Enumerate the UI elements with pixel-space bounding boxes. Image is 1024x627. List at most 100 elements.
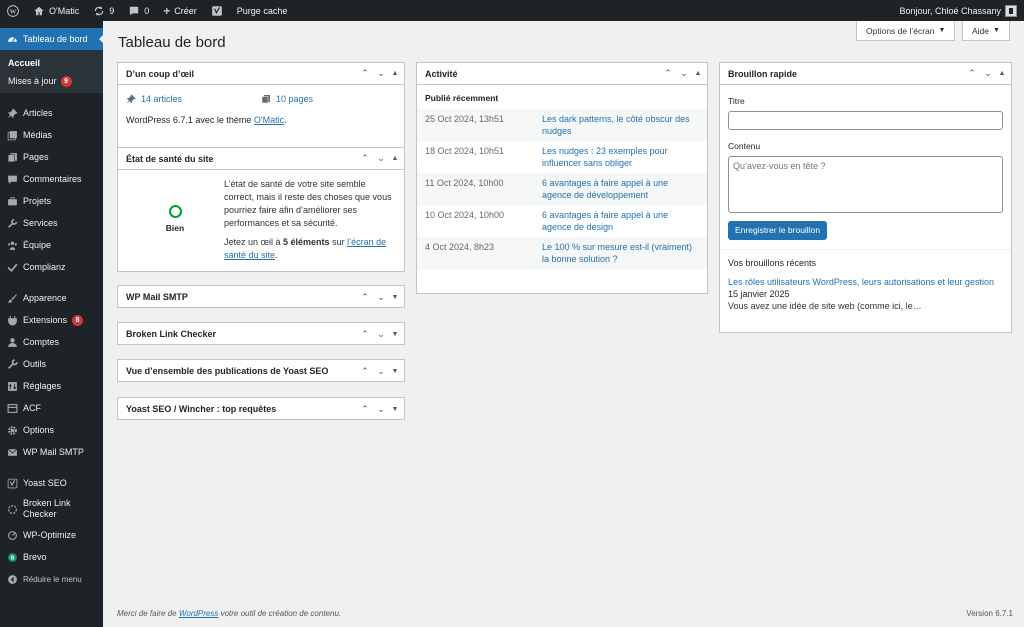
sidebar-item-label: Broken Link Checker: [23, 498, 71, 519]
toggle-panel-icon[interactable]: ▲: [389, 70, 401, 77]
widget-header: État de santé du site ⌃ ⌄ ▲: [118, 148, 404, 170]
home-icon: [34, 6, 44, 15]
activity-date: 10 Oct 2024, 10h00: [425, 210, 505, 220]
draft-content-label: Contenu: [728, 141, 761, 151]
wp-mail-smtp-widget: WP Mail SMTP ⌃ ⌄ ▼: [117, 285, 405, 308]
purge-cache-link[interactable]: Purge cache: [230, 0, 295, 21]
activity-post-link[interactable]: Les dark patterns, le côté obscur des nu…: [542, 112, 699, 137]
activity-row: 25 Oct 2024, 13h51 Les dark patterns, le …: [417, 109, 707, 141]
comments-count: 0: [144, 5, 150, 16]
toggle-panel-icon[interactable]: ▲: [692, 70, 704, 77]
updates-link[interactable]: 9: [86, 0, 121, 21]
draft-title-input[interactable]: [728, 111, 1003, 130]
activity-post-link[interactable]: Le 100 % sur mesure est-il (vraiment) la…: [542, 240, 699, 265]
draft-title-link[interactable]: Les rôles utilisateurs WordPress, leurs …: [728, 277, 994, 287]
activity-post-link[interactable]: Les nudges : 23 exemples pour influencer…: [542, 144, 699, 169]
move-up-icon[interactable]: ⌃: [660, 68, 676, 79]
sidebar-item-projects[interactable]: Projets: [0, 190, 103, 212]
comment-icon: [7, 174, 18, 185]
sidebar-item-label: Réglages: [23, 381, 62, 391]
help-button[interactable]: Aide ▼: [962, 21, 1010, 41]
pages-count-link[interactable]: 10 pages: [261, 94, 396, 104]
move-up-icon[interactable]: ⌃: [357, 292, 373, 303]
sidebar-item-complianz[interactable]: Complianz: [0, 256, 103, 278]
move-down-icon[interactable]: ⌄: [676, 68, 692, 79]
sidebar-item-brevo[interactable]: B Brevo: [0, 546, 103, 568]
sidebar-item-label: Articles: [23, 108, 53, 118]
site-name-link[interactable]: O'Matic: [26, 0, 86, 21]
move-down-icon[interactable]: ⌄: [373, 153, 389, 164]
activity-row: 4 Oct 2024, 8h23 Le 100 % sur mesure est-…: [417, 237, 707, 269]
draft-content-textarea[interactable]: [728, 156, 1003, 213]
sidebar-item-comments[interactable]: Commentaires: [0, 168, 103, 190]
activity-row: 18 Oct 2024, 10h51 Les nudges : 23 exempl…: [417, 141, 707, 173]
activity-row: 11 Oct 2024, 10h00 6 avantages à faire ap…: [417, 173, 707, 205]
move-up-icon[interactable]: ⌃: [964, 68, 980, 79]
sidebar-item-label: WP-Optimize: [23, 530, 77, 540]
sidebar-item-team[interactable]: Équipe: [0, 234, 103, 256]
sidebar-item-wp-mail-smtp[interactable]: WP Mail SMTP: [0, 441, 103, 463]
plus-icon: +: [163, 3, 171, 18]
move-down-icon[interactable]: ⌄: [373, 366, 389, 377]
sidebar-item-pages[interactable]: Pages: [0, 146, 103, 168]
tools-icon: [7, 358, 18, 370]
sidebar-item-articles[interactable]: Articles: [0, 102, 103, 124]
toggle-panel-icon[interactable]: ▼: [389, 331, 401, 338]
sidebar-item-label: WP Mail SMTP: [23, 447, 84, 457]
submenu-home[interactable]: Accueil: [0, 54, 103, 72]
move-down-icon[interactable]: ⌄: [980, 68, 996, 79]
sidebar-item-label: Tableau de bord: [23, 34, 88, 44]
move-up-icon[interactable]: ⌃: [357, 366, 373, 377]
move-down-icon[interactable]: ⌄: [373, 292, 389, 303]
activity-post-link[interactable]: 6 avantages à faire appel à une agence d…: [542, 208, 699, 233]
sidebar-item-wp-optimize[interactable]: WP-Optimize: [0, 524, 103, 546]
move-down-icon[interactable]: ⌄: [373, 68, 389, 79]
collapse-menu-button[interactable]: Réduire le menu: [0, 568, 103, 590]
move-up-icon[interactable]: ⌃: [357, 68, 373, 79]
toggle-panel-icon[interactable]: ▲: [389, 155, 401, 162]
toggle-panel-icon[interactable]: ▼: [389, 294, 401, 301]
paintbrush-icon: [7, 293, 18, 304]
toggle-panel-icon[interactable]: ▲: [996, 70, 1008, 77]
draft-item: Les rôles utilisateurs WordPress, leurs …: [728, 276, 1003, 300]
main-content: Options de l’écran ▼ Aide ▼ Tableau de b…: [103, 21, 1024, 627]
move-up-icon[interactable]: ⌃: [357, 404, 373, 415]
sidebar-item-extensions[interactable]: Extensions 8: [0, 309, 103, 331]
move-down-icon[interactable]: ⌄: [373, 329, 389, 340]
save-draft-button[interactable]: Enregistrer le brouillon: [728, 221, 828, 240]
sidebar-item-label: Pages: [23, 152, 49, 162]
sidebar-item-accounts[interactable]: Comptes: [0, 331, 103, 353]
admin-bar: W O'Matic 9 0 + Créer Purge cache Bonjou…: [0, 0, 1024, 21]
sidebar-item-medias[interactable]: Médias: [0, 124, 103, 146]
wordpress-logo-icon[interactable]: W: [0, 0, 26, 21]
sidebar-item-options[interactable]: Options: [0, 419, 103, 441]
admin-sidebar: Tableau de bord Accueil Mises à jour 9 Ar…: [0, 21, 104, 627]
wordpress-link[interactable]: WordPress: [179, 609, 219, 618]
sidebar-item-broken-link-checker[interactable]: Broken Link Checker: [0, 494, 103, 524]
submenu-updates[interactable]: Mises à jour 9: [0, 72, 103, 90]
toggle-panel-icon[interactable]: ▼: [389, 406, 401, 413]
comments-link[interactable]: 0: [121, 0, 156, 21]
version-suffix: .: [284, 115, 287, 125]
create-new-link[interactable]: + Créer: [156, 0, 204, 21]
sidebar-item-acf[interactable]: ACF: [0, 397, 103, 419]
footer-version: Version 6.7.1: [966, 609, 1013, 618]
articles-count-link[interactable]: 14 articles: [126, 94, 261, 104]
sidebar-item-dashboard[interactable]: Tableau de bord: [0, 28, 104, 50]
move-down-icon[interactable]: ⌄: [373, 404, 389, 415]
activity-post-link[interactable]: 6 avantages à faire appel à une agence d…: [542, 176, 699, 201]
dashboard-submenu: Accueil Mises à jour 9: [0, 50, 103, 93]
sidebar-item-settings[interactable]: Réglages: [0, 375, 103, 397]
yoast-adminbar-link[interactable]: [204, 0, 230, 21]
widget-header: Brouillon rapide ⌃ ⌄ ▲: [720, 63, 1011, 85]
sidebar-item-tools[interactable]: Outils: [0, 353, 103, 375]
move-up-icon[interactable]: ⌃: [357, 329, 373, 340]
theme-link[interactable]: O'Matic: [254, 115, 284, 125]
sidebar-item-yoast[interactable]: Yoast SEO: [0, 472, 103, 494]
sidebar-item-services[interactable]: Services: [0, 212, 103, 234]
move-up-icon[interactable]: ⌃: [357, 153, 373, 164]
sidebar-item-appearance[interactable]: Apparence: [0, 287, 103, 309]
toggle-panel-icon[interactable]: ▼: [389, 368, 401, 375]
screen-options-button[interactable]: Options de l’écran ▼: [856, 21, 956, 41]
my-account-link[interactable]: Bonjour, Chloé Chassany: [892, 0, 1024, 21]
